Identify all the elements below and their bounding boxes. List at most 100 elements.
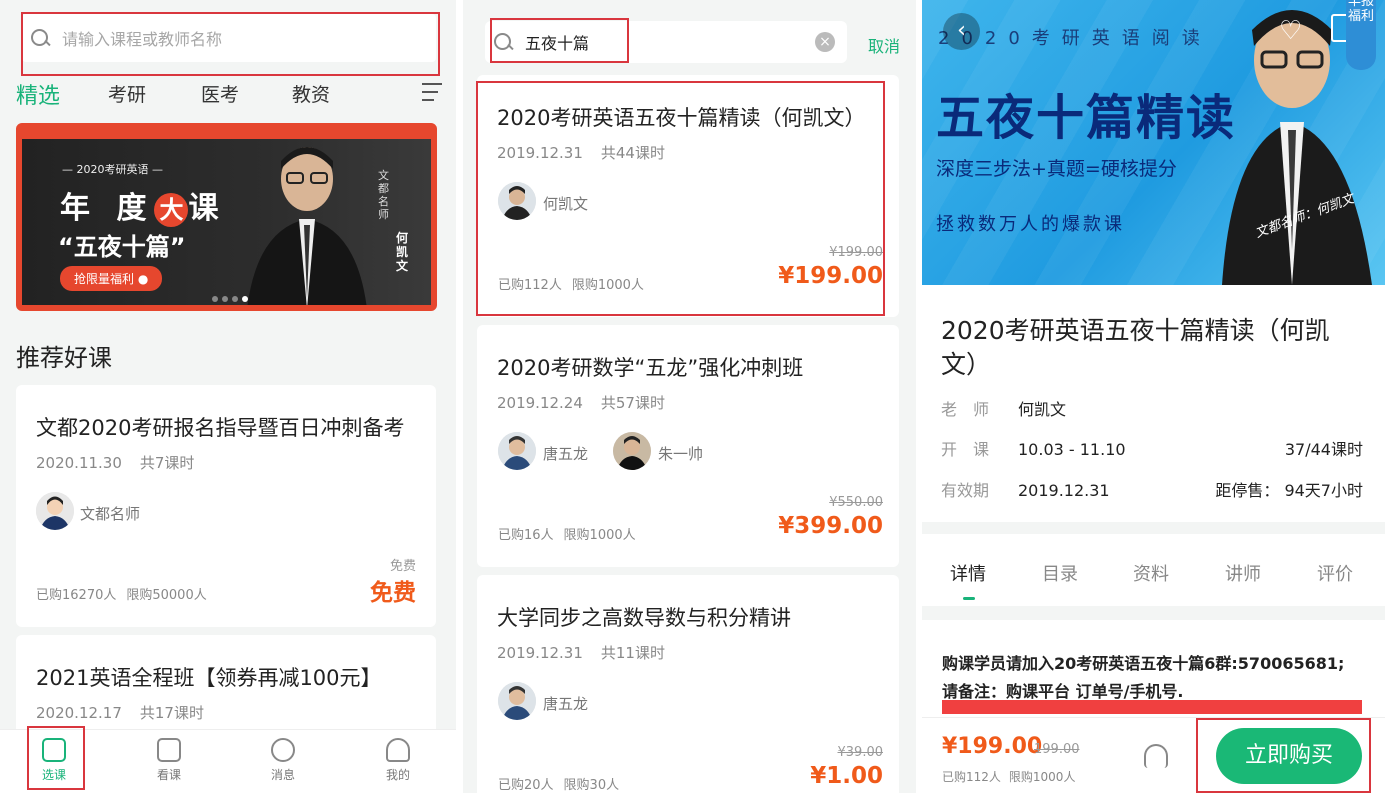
course-title: 2020考研英语五夜十篇精读（何凯文） <box>941 316 1330 379</box>
teacher-name: 文都名师 <box>80 505 141 523</box>
panel-divider <box>456 0 463 793</box>
purchase-stats: 已购20人 限购30人 <box>498 778 620 793</box>
course-title: 大学同步之高数导数与积分精讲 <box>497 606 791 630</box>
heart-icon[interactable]: ♡ <box>1279 16 1302 46</box>
notice-banner <box>942 700 1362 714</box>
group-notice: 购课学员请加入20考研英语五夜十篇6群:570065681; 请备注：购课平台 … <box>942 654 1345 701</box>
customer-service-icon[interactable] <box>1144 744 1168 768</box>
purchase-stats: 已购112人 限购1000人 <box>498 278 644 293</box>
course-card[interactable]: 2020考研英语五夜十篇精读（何凯文） 2019.12.31 共44课时 何凯文 … <box>477 75 899 317</box>
promo-banner[interactable]: English 2020 — 2020考研英语 — 年 度大课 “五夜十篇” 抢… <box>16 123 437 311</box>
course-icon <box>42 738 66 762</box>
course-meta: 2019.12.31 共44课时 <box>497 144 665 162</box>
section-title: 推荐好课 <box>16 344 112 372</box>
course-meta: 2019.12.24 共57课时 <box>497 394 665 412</box>
search-placeholder: 请输入课程或教师名称 <box>62 30 223 49</box>
tab-select-course[interactable]: 选课 <box>24 738 84 783</box>
tab-profile[interactable]: 我的 <box>368 738 428 783</box>
original-price: ¥550.00 <box>829 495 883 510</box>
menu-icon[interactable] <box>422 83 442 101</box>
cancel-button[interactable]: 取消 <box>868 33 900 57</box>
course-price: 免费 <box>370 580 416 606</box>
cover-title: 五夜十篇精读 <box>936 90 1237 146</box>
search-query: 五夜十篇 <box>525 34 590 53</box>
teacher-name: 唐五龙 <box>543 695 589 713</box>
purchase-stats: 已购112人 限购1000人 <box>942 770 1076 784</box>
teacher-row: 老 师何凯文 <box>941 400 1067 419</box>
course-list-panel: 请输入课程或教师名称 精选 考研 医考 教资 English 2020 — 20… <box>0 0 456 793</box>
avatar <box>498 432 536 470</box>
course-detail-panel: 2020考研英语阅读 五夜十篇精读 深度三步法+真题=硬核提分 拯救数万人的爆款… <box>922 0 1385 793</box>
original-price: 免费 <box>389 559 416 574</box>
category-tabs: 精选 考研 医考 教资 <box>16 78 442 110</box>
purchase-stats: 已购16人 限购1000人 <box>498 528 636 543</box>
banner-headline: 年 度大课 <box>60 191 227 227</box>
banner-vertical-text: 文都名师 <box>378 169 389 221</box>
teacher-name: 唐五龙 <box>543 445 589 463</box>
course-card[interactable]: 文都2020考研报名指导暨百日冲刺备考 2020.11.30 共7课时 文都名师 … <box>16 385 436 627</box>
tab-medical[interactable]: 医考 <box>201 80 239 107</box>
course-meta: 2020.12.17 共17课时 <box>36 704 204 722</box>
search-results-panel: 五夜十篇 × 取消 2020考研英语五夜十篇精读（何凯文） 2019.12.31… <box>463 0 916 793</box>
course-card[interactable]: 大学同步之高数导数与积分精讲 2019.12.31 共11课时 唐五龙 已购20人… <box>477 575 899 793</box>
teacher-name: 朱一帅 <box>658 445 704 463</box>
course-title: 2020考研英语五夜十篇精读（何凯文） <box>497 106 866 130</box>
course-meta: 2020.11.30 共7课时 <box>36 454 195 472</box>
original-price: 199.00 <box>1034 742 1080 757</box>
tab-teacher-cert[interactable]: 教资 <box>292 80 330 107</box>
search-icon <box>30 28 50 48</box>
cover-tagline: 深度三步法+真题=硬核提分 <box>936 158 1177 180</box>
course-price: ¥1.00 <box>810 763 883 789</box>
tab-materials[interactable]: 资料 <box>1133 560 1169 586</box>
clear-icon[interactable]: × <box>815 32 835 52</box>
carousel-dots <box>212 296 248 302</box>
cover-slogan: 拯救数万人的爆款课 <box>936 214 1125 235</box>
purchase-bar: ¥199.00 199.00 已购112人 限购1000人 立即购买 <box>922 717 1385 793</box>
course-price: ¥199.00 <box>942 734 1043 759</box>
search-icon <box>493 32 513 52</box>
schedule-row: 开 课 10.03 - 11.10 37/44课时 <box>941 440 1363 459</box>
avatar <box>613 432 651 470</box>
tab-reviews[interactable]: 评价 <box>1317 560 1353 586</box>
course-price: ¥399.00 <box>778 513 883 539</box>
banner-teacher-name: 何凯文 <box>396 231 409 273</box>
teacher-name: 何凯文 <box>543 195 589 213</box>
avatar <box>498 182 536 220</box>
course-meta: 2019.12.31 共11课时 <box>497 644 665 662</box>
banner-year: 2020 <box>404 125 427 135</box>
course-price: ¥199.00 <box>778 263 883 289</box>
avatar <box>498 682 536 720</box>
course-cover: 2020考研英语阅读 五夜十篇精读 深度三步法+真题=硬核提分 拯救数万人的爆款… <box>922 0 1385 285</box>
teacher-photo <box>247 147 367 305</box>
tab-watch[interactable]: 看课 <box>139 738 199 783</box>
search-input[interactable]: 请输入课程或教师名称 <box>22 14 436 62</box>
detail-tabs: 详情 目录 资料 讲师 评价 <box>922 546 1385 606</box>
tab-kaoyan[interactable]: 考研 <box>108 80 146 107</box>
user-icon <box>386 738 410 762</box>
banner-subtitle: — 2020考研英语 — <box>62 163 163 176</box>
tab-details[interactable]: 详情 <box>950 560 986 586</box>
purchase-stats: 已购16270人 限购50000人 <box>36 588 207 603</box>
original-price: ¥39.00 <box>837 745 884 760</box>
banner-da-badge: 大 <box>154 193 189 227</box>
course-title: 2020考研数学“五龙”强化冲刺班 <box>497 356 804 380</box>
welfare-ribbon[interactable]: 早报福利 <box>1346 0 1376 70</box>
banner-course-name: “五夜十篇” <box>58 233 186 261</box>
back-button[interactable]: ‹ <box>943 13 980 50</box>
avatar <box>36 492 74 530</box>
tab-catalog[interactable]: 目录 <box>1042 560 1078 586</box>
banner-english-label: English <box>26 125 59 135</box>
buy-now-button[interactable]: 立即购买 <box>1216 728 1362 784</box>
search-input[interactable]: 五夜十篇 × <box>485 21 847 63</box>
tab-lecturer[interactable]: 讲师 <box>1225 560 1261 586</box>
course-title: 2021英语全程班【领券再减100元】 <box>36 666 382 690</box>
validity-row: 有效期 2019.12.31 距停售： 94天7小时 <box>941 481 1363 500</box>
course-title: 文都2020考研报名指导暨百日冲刺备考 <box>36 416 405 440</box>
tab-featured[interactable]: 精选 <box>16 78 60 110</box>
chat-icon <box>271 738 295 762</box>
play-icon <box>157 738 181 762</box>
banner-claim-button[interactable]: 抢限量福利 ● <box>60 266 163 291</box>
tab-messages[interactable]: 消息 <box>253 738 313 783</box>
course-card[interactable]: 2020考研数学“五龙”强化冲刺班 2019.12.24 共57课时 唐五龙 朱一… <box>477 325 899 567</box>
bottom-tab-bar: 选课 看课 消息 我的 <box>0 729 456 793</box>
